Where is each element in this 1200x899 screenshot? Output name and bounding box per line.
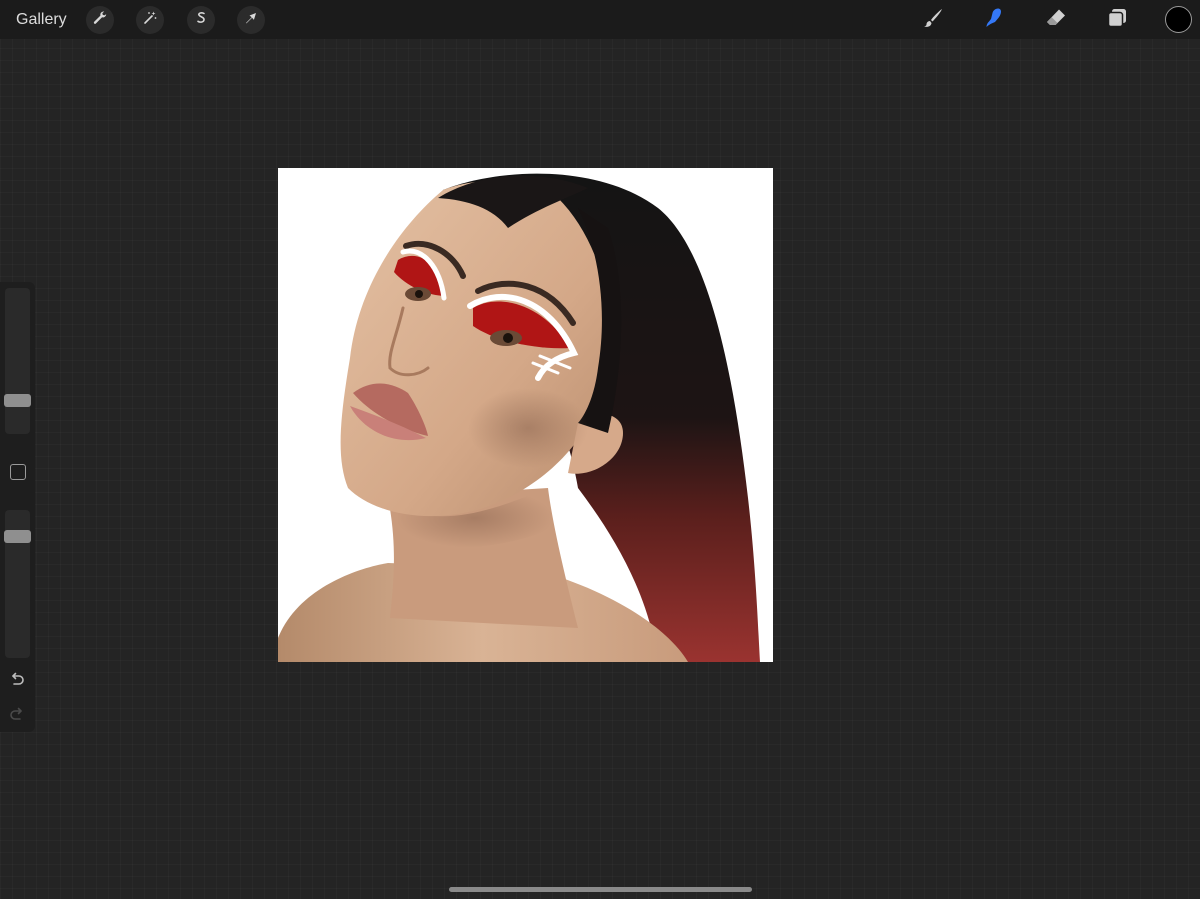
opacity-thumb[interactable]	[4, 530, 31, 543]
top-toolbar: Gallery	[0, 0, 1200, 39]
brush-size-thumb[interactable]	[4, 394, 31, 407]
actions-button[interactable]	[86, 6, 114, 34]
transform-button[interactable]	[237, 6, 265, 34]
modify-button[interactable]	[10, 464, 26, 480]
home-indicator	[449, 887, 752, 892]
smudge-finger-icon	[982, 6, 1006, 35]
layers-icon	[1105, 6, 1129, 35]
selection-button[interactable]	[187, 6, 215, 34]
layers-button[interactable]	[1102, 5, 1132, 35]
redo-button[interactable]	[8, 706, 26, 724]
drawing-canvas[interactable]	[278, 168, 773, 662]
gallery-button[interactable]: Gallery	[16, 10, 67, 30]
procreate-app: Gallery	[0, 0, 1200, 899]
wrench-icon	[92, 10, 108, 31]
left-sidebar	[0, 282, 35, 732]
portrait-painting-icon	[278, 173, 760, 662]
eraser-icon	[1044, 6, 1068, 35]
magic-wand-icon	[142, 10, 158, 31]
undo-icon	[8, 672, 26, 693]
arrow-cursor-icon	[243, 10, 259, 31]
undo-button[interactable]	[8, 671, 26, 689]
eraser-tool-button[interactable]	[1041, 5, 1071, 35]
brush-tool-button[interactable]	[918, 5, 948, 35]
brush-icon	[921, 6, 945, 35]
redo-icon	[8, 707, 26, 728]
smudge-tool-button[interactable]	[979, 5, 1009, 35]
brush-size-slider[interactable]	[4, 288, 31, 434]
adjustments-button[interactable]	[136, 6, 164, 34]
selection-s-icon	[193, 10, 209, 31]
color-picker-button[interactable]	[1165, 6, 1192, 33]
opacity-slider[interactable]	[4, 510, 31, 658]
